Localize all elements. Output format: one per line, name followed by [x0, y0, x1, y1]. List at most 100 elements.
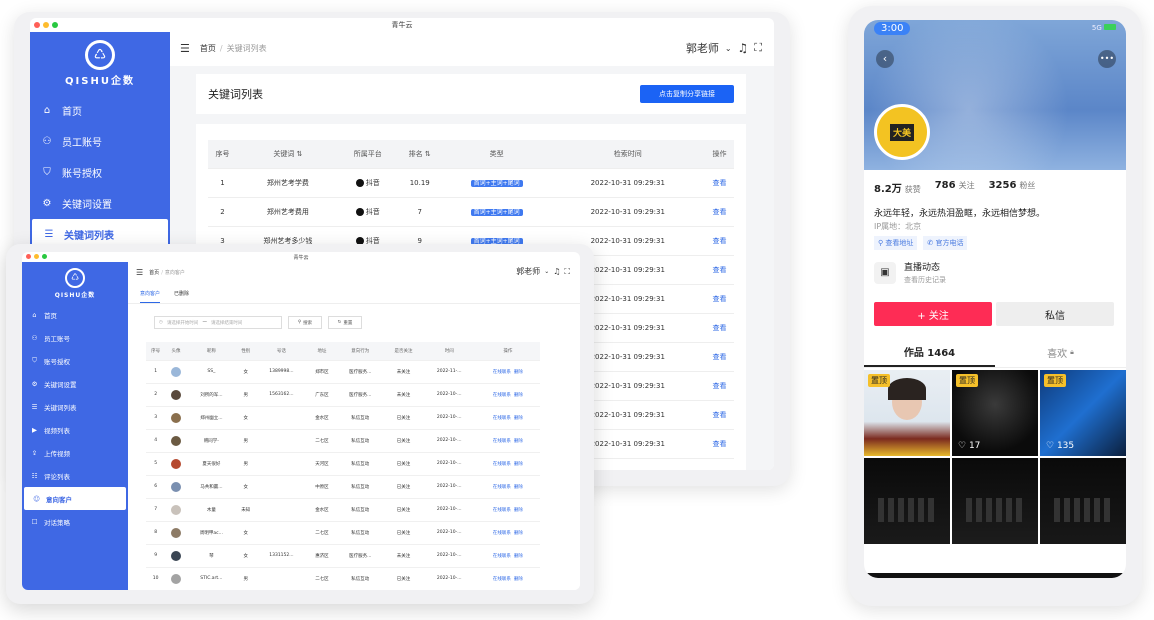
sidebar-item-dialog[interactable]: ☐ 对话策略 [22, 510, 128, 533]
fullscreen-icon[interactable]: ⛶ [564, 267, 570, 277]
contact-link[interactable]: 在线联系 [493, 577, 511, 582]
tab-works[interactable]: 作品 1464 [864, 338, 995, 367]
chevron-down-icon[interactable]: ⌄ [725, 44, 732, 53]
menu-toggle-icon[interactable]: ☰ [136, 268, 143, 277]
contact-link[interactable]: 在线联系 [493, 416, 511, 421]
view-link[interactable]: 查看 [712, 324, 726, 332]
delete-link[interactable]: 删除 [514, 370, 523, 375]
delete-link[interactable]: 删除 [514, 554, 523, 559]
view-link[interactable]: 查看 [712, 353, 726, 361]
sidebar-item-shield[interactable]: ⛉ 账号授权 [22, 349, 128, 372]
view-link[interactable]: 查看 [712, 411, 726, 419]
end-date-input[interactable]: 请选择结束时间 [211, 320, 243, 326]
minimize-dot[interactable] [43, 22, 49, 28]
chevron-down-icon[interactable]: ⌄ [544, 268, 549, 275]
sidebar-item-home[interactable]: ⌂ 首页 [22, 303, 128, 326]
message-button[interactable]: 私信 [996, 302, 1114, 326]
tab-deleted[interactable]: 已删除 [174, 290, 189, 303]
follow-button[interactable]: + 关注 [874, 302, 992, 326]
live-entry[interactable]: ▣ 直播动态 查看历史记录 [874, 260, 946, 285]
view-link[interactable]: 查看 [712, 237, 726, 245]
bell-icon[interactable]: ♫ [553, 267, 560, 276]
delete-link[interactable]: 删除 [514, 439, 523, 444]
contact-link[interactable]: 在线联系 [493, 393, 511, 398]
fullscreen-icon[interactable]: ⛶ [754, 41, 762, 55]
more-icon[interactable]: ••• [1098, 50, 1116, 68]
search-button[interactable]: ⚲ 搜索 [288, 316, 322, 329]
address-chip[interactable]: ⚲ 查看地址 [874, 236, 918, 250]
video-thumbnail[interactable]: 置顶 ♡ 17 [952, 370, 1038, 456]
delete-link[interactable]: 删除 [514, 577, 523, 582]
sidebar-item-gear[interactable]: ⚙ 关键词设置 [30, 188, 170, 219]
user-name[interactable]: 郭老师 [686, 40, 719, 56]
contact-link[interactable]: 在线联系 [493, 508, 511, 513]
sidebar-item-upload[interactable]: ⇪ 上传视频 [22, 441, 128, 464]
maximize-dot[interactable] [42, 254, 47, 259]
signal-text: 5G [1091, 24, 1102, 32]
reset-button[interactable]: ↻ 重置 [328, 316, 362, 329]
sidebar-item-customer[interactable]: ☺ 意向客户 [24, 487, 126, 510]
contact-link[interactable]: 在线联系 [493, 554, 511, 559]
contact-link[interactable]: 在线联系 [493, 462, 511, 467]
sidebar-item-list[interactable]: ☰ 关键词列表 [22, 395, 128, 418]
back-icon[interactable]: ‹ [876, 50, 894, 68]
staff-icon: ⚇ [31, 333, 38, 342]
view-link[interactable]: 查看 [712, 440, 726, 448]
tab-likes[interactable]: 喜欢 🔒︎ [995, 338, 1126, 367]
video-thumbnail[interactable] [864, 458, 950, 544]
close-dot[interactable] [26, 254, 31, 259]
column-header[interactable]: 排名 ⇅ [396, 140, 443, 169]
video-thumbnail[interactable]: 置顶 [864, 370, 950, 456]
column-header[interactable]: 关键词 ⇅ [237, 140, 339, 169]
sidebar-item-staff[interactable]: ⚇ 员工账号 [30, 126, 170, 157]
contact-link[interactable]: 在线联系 [493, 485, 511, 490]
column-header: 性别 [236, 342, 256, 361]
avatar [170, 366, 181, 377]
delete-link[interactable]: 删除 [514, 462, 523, 467]
breadcrumb-current: 关键词列表 [226, 44, 267, 53]
customer-window: 青牛云 ♺ QISHU企数 ⌂ 首页 ⚇ 员工账号 ⛉ 账号授权 ⚙ 关键词设置 ☰ 关键词列表 ▶… [6, 244, 594, 604]
copy-share-link-button[interactable]: 点击复制分享链接 [640, 85, 734, 103]
delete-link[interactable]: 删除 [514, 416, 523, 421]
delete-link[interactable]: 删除 [514, 485, 523, 490]
table-cell: 4 [146, 429, 166, 453]
column-header: 地址 [307, 342, 337, 361]
breadcrumb-home[interactable]: 首页 [149, 269, 159, 276]
delete-link[interactable]: 删除 [514, 531, 523, 536]
delete-link[interactable]: 删除 [514, 393, 523, 398]
type-tag: 首词+主词+尾词 [470, 209, 523, 216]
view-link[interactable]: 查看 [712, 382, 726, 390]
start-date-input[interactable]: 请选择开始时间 [167, 320, 199, 326]
sidebar-item-video[interactable]: ▶ 视频列表 [22, 418, 128, 441]
delete-link[interactable]: 删除 [514, 508, 523, 513]
menu-toggle-icon[interactable]: ☰ [180, 42, 190, 55]
breadcrumb-home[interactable]: 首页 [200, 43, 216, 54]
video-thumbnail[interactable]: 置顶 ♡ 135 [1040, 370, 1126, 456]
profile-avatar[interactable]: 大美 [874, 104, 930, 160]
tab-intent-customers[interactable]: 意向客户 [140, 290, 161, 303]
contact-link[interactable]: 在线联系 [493, 531, 511, 536]
stat-0[interactable]: 8.2万 获赞 [874, 180, 921, 195]
sidebar-item-gear[interactable]: ⚙ 关键词设置 [22, 372, 128, 395]
minimize-dot[interactable] [34, 254, 39, 259]
bell-icon[interactable]: ♫ [738, 41, 749, 55]
sidebar-item-shield[interactable]: ⛉ 账号授权 [30, 157, 170, 188]
video-thumbnail[interactable] [952, 458, 1038, 544]
sidebar-item-home[interactable]: ⌂ 首页 [30, 95, 170, 126]
view-link[interactable]: 查看 [712, 295, 726, 303]
date-range-picker[interactable]: ◷ 请选择开始时间 — 请选择结束时间 [154, 316, 282, 329]
contact-link[interactable]: 在线联系 [493, 439, 511, 444]
user-name[interactable]: 郭老师 [516, 266, 540, 277]
phone-chip[interactable]: ✆ 官方电话 [923, 236, 968, 250]
contact-link[interactable]: 在线联系 [493, 370, 511, 375]
stat-2[interactable]: 3256 粉丝 [989, 180, 1036, 195]
sidebar-item-comment[interactable]: ☷ 评论列表 [22, 464, 128, 487]
close-dot[interactable] [34, 22, 40, 28]
video-thumbnail[interactable] [1040, 458, 1126, 544]
maximize-dot[interactable] [52, 22, 58, 28]
view-link[interactable]: 查看 [712, 266, 726, 274]
sidebar-item-staff[interactable]: ⚇ 员工账号 [22, 326, 128, 349]
view-link[interactable]: 查看 [712, 179, 726, 187]
view-link[interactable]: 查看 [712, 208, 726, 216]
stat-1[interactable]: 786 关注 [935, 180, 975, 195]
